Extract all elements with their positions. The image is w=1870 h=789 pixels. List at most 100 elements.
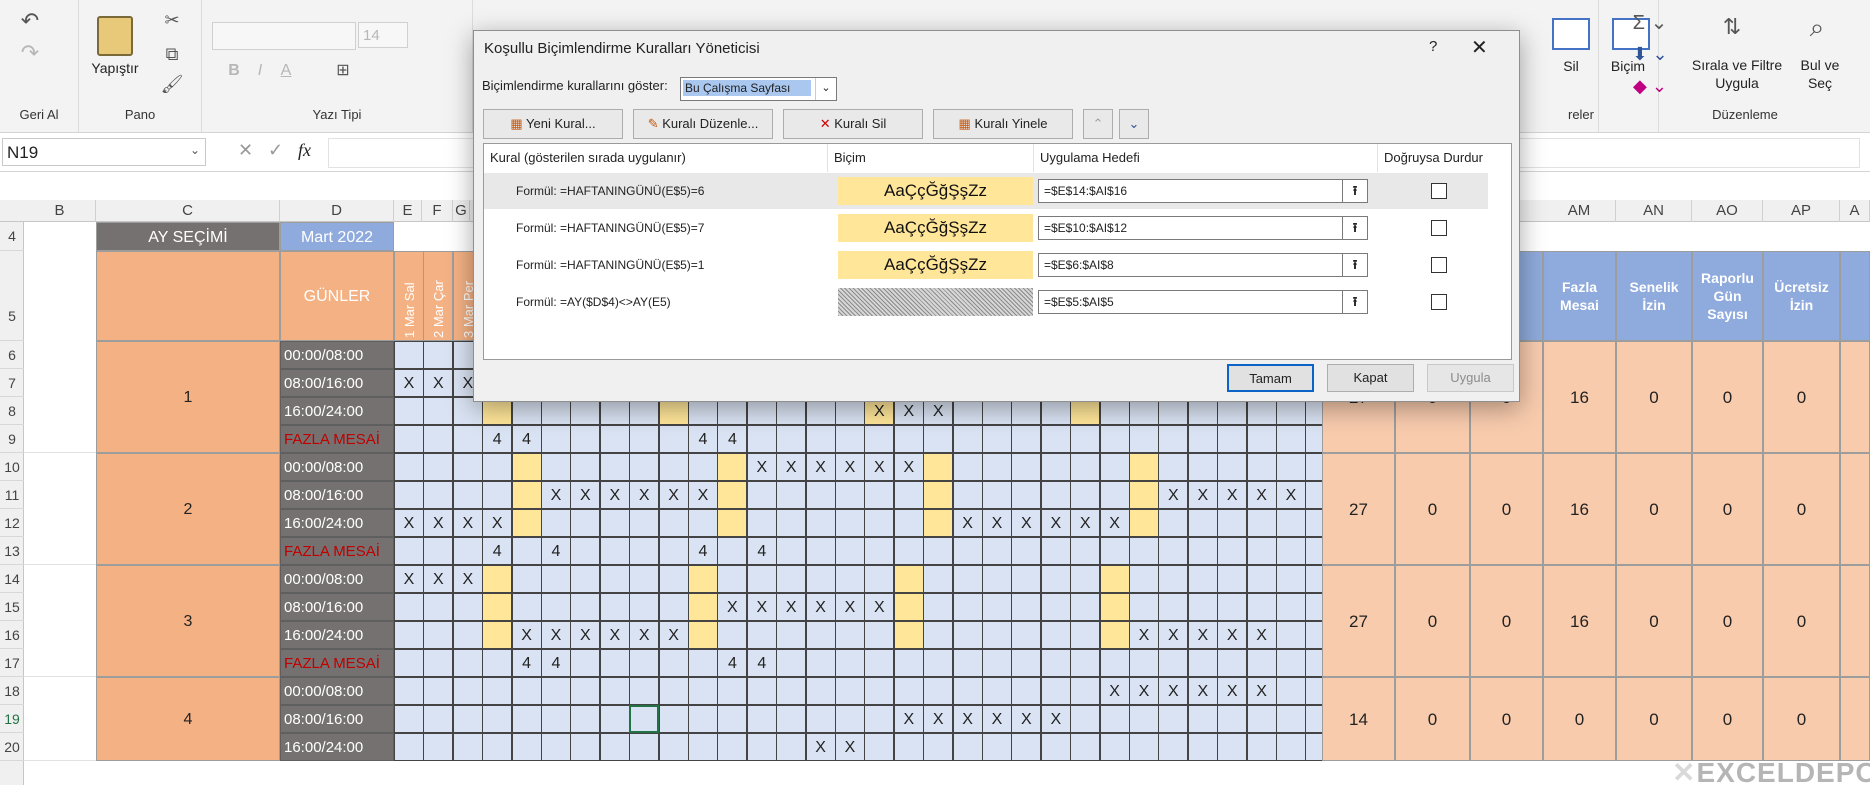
grid-cell[interactable] [1011, 565, 1042, 593]
row-header[interactable]: 7 [0, 369, 24, 397]
grid-cell[interactable]: 4 [688, 425, 718, 453]
grid-cell[interactable] [658, 565, 689, 593]
grid-cell[interactable] [923, 453, 954, 481]
grid-cell[interactable]: X [452, 509, 483, 537]
grid-cell[interactable] [805, 425, 836, 453]
grid-cell[interactable] [570, 565, 601, 593]
grid-cell[interactable] [1276, 593, 1306, 621]
grid-cell[interactable] [394, 677, 424, 705]
grid-cell[interactable] [893, 509, 924, 537]
collapse-range-icon[interactable]: ⭱ [1342, 217, 1367, 239]
grid-cell[interactable] [688, 705, 718, 733]
row-header[interactable]: 10 [0, 453, 24, 481]
grid-cell[interactable] [923, 733, 954, 761]
grid-cell[interactable] [982, 649, 1012, 677]
grid-cell[interactable] [541, 593, 571, 621]
grid-cell[interactable] [658, 705, 689, 733]
grid-cell[interactable] [1070, 481, 1101, 509]
name-box[interactable]: N19 [2, 138, 206, 166]
grid-cell[interactable] [570, 733, 601, 761]
grid-cell[interactable] [511, 705, 542, 733]
grid-cell[interactable] [1099, 565, 1130, 593]
column-header[interactable]: AP [1763, 200, 1840, 222]
grid-cell[interactable] [1246, 453, 1277, 481]
grid-cell[interactable]: X [835, 733, 865, 761]
grid-cell[interactable] [835, 509, 865, 537]
clear-icon[interactable]: ◆ ⌄ [1630, 76, 1670, 97]
grid-cell[interactable] [835, 481, 865, 509]
grid-cell[interactable] [982, 565, 1012, 593]
column-header[interactable]: E [394, 200, 422, 222]
grid-cell[interactable] [599, 565, 630, 593]
grid-cell[interactable]: X [923, 705, 954, 733]
sort-filter-icon[interactable]: ⇅ [1710, 14, 1754, 40]
rule-row[interactable]: Formül: =HAFTANINGÜNÜ(E$5)=6 AaÇçĞğŞşZz =$… [484, 173, 1488, 209]
grid-cell[interactable] [629, 593, 660, 621]
grid-cell[interactable] [893, 481, 924, 509]
grid-cell[interactable] [511, 509, 542, 537]
grid-cell[interactable] [1099, 593, 1130, 621]
grid-cell[interactable]: X [394, 565, 424, 593]
grid-cell[interactable] [1276, 537, 1306, 565]
grid-cell[interactable] [423, 649, 454, 677]
undo-icon[interactable]: ↶ [15, 8, 45, 34]
grid-cell[interactable]: X [864, 453, 895, 481]
grid-cell[interactable] [423, 341, 454, 369]
grid-cell[interactable] [923, 677, 954, 705]
grid-cell[interactable] [1276, 621, 1306, 649]
autosum-icon[interactable]: Σ ⌄ [1630, 10, 1670, 35]
left-blank[interactable] [24, 341, 96, 453]
grid-cell[interactable] [658, 509, 689, 537]
grid-cell[interactable] [1070, 677, 1101, 705]
cut-icon[interactable]: ✂ [159, 10, 185, 31]
cancel-entry-icon[interactable]: ✕ [238, 140, 253, 161]
grid-cell[interactable]: X [658, 621, 689, 649]
grid-cell[interactable] [982, 481, 1012, 509]
grid-cell[interactable] [511, 481, 542, 509]
grid-cell[interactable] [1187, 565, 1218, 593]
grid-cell[interactable]: X [394, 509, 424, 537]
row-header[interactable]: 19 [0, 705, 24, 733]
grid-cell[interactable]: X [864, 593, 895, 621]
row-header[interactable]: 20 [0, 733, 24, 761]
grid-cell[interactable]: 4 [746, 537, 777, 565]
font-size-select[interactable]: 14 [358, 22, 408, 48]
grid-cell[interactable] [1246, 705, 1277, 733]
grid-cell[interactable] [893, 425, 924, 453]
applies-to-field[interactable]: =$E$14:$AI$16 ⭱ [1038, 179, 1368, 203]
grid-cell[interactable] [1070, 537, 1101, 565]
column-header[interactable]: F [422, 200, 453, 222]
grid-cell[interactable] [570, 425, 601, 453]
grid-cell[interactable]: 4 [688, 537, 718, 565]
grid-cell[interactable] [1276, 453, 1306, 481]
grid-cell[interactable]: X [1217, 481, 1248, 509]
grid-cell[interactable] [423, 397, 454, 425]
group-label-cell[interactable]: 3 [96, 565, 280, 677]
grid-cell[interactable] [541, 565, 571, 593]
grid-cell[interactable] [835, 677, 865, 705]
row-header[interactable]: 4 [0, 222, 24, 251]
grid-cell[interactable]: X [1011, 705, 1042, 733]
grid-cell[interactable] [452, 593, 483, 621]
grid-cell[interactable] [688, 593, 718, 621]
new-rule-button[interactable]: ▦ Yeni Kural... [483, 109, 623, 139]
grid-cell[interactable] [452, 705, 483, 733]
grid-cell[interactable] [1246, 425, 1277, 453]
grid-cell[interactable] [776, 509, 807, 537]
grid-cell[interactable]: X [1040, 509, 1071, 537]
column-header[interactable]: G [453, 200, 470, 222]
grid-cell[interactable] [717, 537, 748, 565]
grid-cell[interactable] [1217, 453, 1248, 481]
format-painter-icon[interactable]: 🖌 [159, 74, 185, 95]
grid-cell[interactable] [1276, 705, 1306, 733]
grid-cell[interactable] [1217, 649, 1248, 677]
grid-cell[interactable] [599, 593, 630, 621]
grid-cell[interactable] [1129, 593, 1159, 621]
grid-cell[interactable] [629, 677, 660, 705]
grid-cell[interactable] [423, 593, 454, 621]
grid-cell[interactable] [805, 509, 836, 537]
grid-cell[interactable] [629, 425, 660, 453]
grid-cell[interactable] [452, 677, 483, 705]
grid-cell[interactable] [835, 565, 865, 593]
grid-cell[interactable] [629, 649, 660, 677]
